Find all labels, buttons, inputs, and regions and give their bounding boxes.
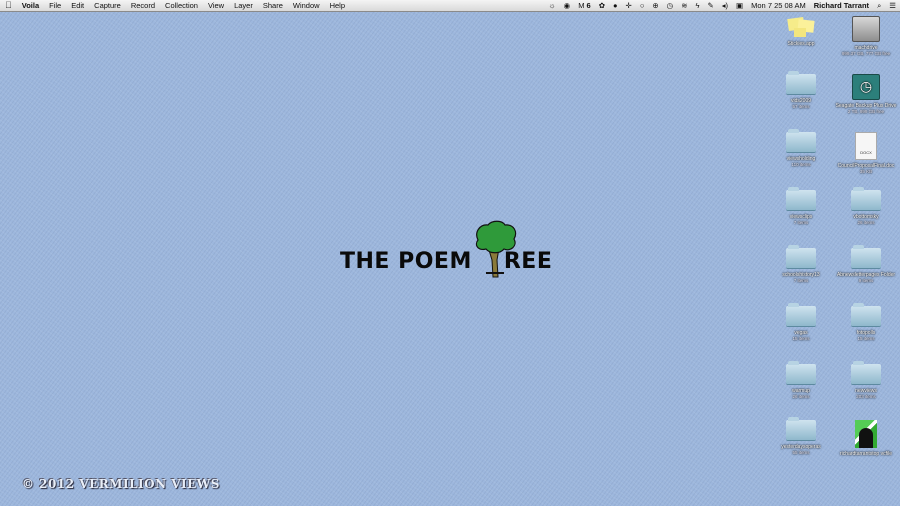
desktop-icon[interactable]: viewsholding 110 items (769, 129, 833, 168)
folder-icon (851, 187, 881, 211)
desktop-icon[interactable]: warmup 26 items (769, 361, 833, 400)
paw-icon[interactable]: ✿ (595, 0, 609, 11)
desktop-icon[interactable]: ◷ Seagate Backup Plus Drive 2 TB, 999 GB f… (834, 74, 898, 115)
folder-icon (786, 129, 816, 153)
backup-drive-icon: ◷ (852, 74, 880, 100)
clock-text[interactable]: Mon 7 25 08 AM (747, 0, 810, 11)
desktop-icon-info: 15 items (792, 336, 810, 341)
folder-icon (786, 361, 816, 385)
desktop-icon[interactable]: vids2009 57 items (769, 71, 833, 110)
desktop-icon[interactable]: viewsclips 7 items (769, 187, 833, 226)
status-area: ☼ ◉ M 6 ✿ ● ✛ ○ ⊕ ◷ ≋ ϟ ✎ ◂) ▣ Mon 7 25 … (545, 0, 900, 11)
desktop-icon[interactable]: yesterdaysoperas 55 items (769, 417, 833, 456)
desktop-icon[interactable]: newviews 203 items (834, 361, 898, 400)
crosshair-icon[interactable]: ✛ (622, 0, 636, 11)
desktop-icon-info: 110 items (791, 162, 811, 167)
display-icon[interactable]: ▣ (732, 0, 747, 11)
folder-icon (786, 417, 816, 441)
brightness-icon[interactable]: ☼ (545, 0, 560, 11)
desktop-icon[interactable]: fotopolls 15 items (834, 303, 898, 342)
menu-share[interactable]: Share (258, 0, 288, 11)
desktop-icon[interactable]: Stickies.app (769, 16, 833, 47)
menu-layer[interactable]: Layer (229, 0, 258, 11)
apple-menu-icon[interactable]:  (0, 0, 17, 11)
dropbox-icon[interactable]: ● (609, 0, 622, 11)
folder-icon (786, 303, 816, 327)
pen-icon[interactable]: ✎ (703, 0, 717, 11)
desktop-icon-info: 7 items (793, 278, 809, 283)
volume-icon[interactable]: ◂) (718, 0, 732, 11)
desktop-icon-info: 57 items (792, 104, 810, 109)
docx-file-icon: DOCX (855, 132, 877, 160)
desktop-icon-info: 55 items (792, 450, 810, 455)
desktop-icon[interactable]: DOCX CouncilProposalFinal.doc 35 KB (834, 132, 898, 175)
logo-text-right: REE (503, 249, 553, 274)
desktop-icon-info: 26 items (857, 220, 875, 225)
menu-capture[interactable]: Capture (89, 0, 126, 11)
desktop-icon-info: 2 TB, 999 GB free (847, 109, 885, 114)
desktop-icon-label: richardtarrantstop vcfile (840, 451, 892, 457)
desktop-icon-info: 203 items (856, 394, 876, 399)
menu-help[interactable]: Help (325, 0, 350, 11)
menu-view[interactable]: View (203, 0, 229, 11)
menu-bar:  Voila File Edit Capture Record Collect… (0, 0, 900, 12)
poem-tree-logo: THE POEM REE (340, 220, 553, 278)
desktop-icon[interactable]: machdrive 999.37 GB, 777 GB free (834, 16, 898, 57)
desktop-icon[interactable]: richardtarrantstop vcfile (834, 420, 898, 457)
folder-icon (786, 245, 816, 269)
menu-file[interactable]: File (44, 0, 66, 11)
logo-text-left: THE POEM (340, 249, 472, 274)
desktop-icon[interactable]: Abnewsletterpages Folder 9 items (834, 245, 898, 284)
wifi-icon[interactable]: ≋ (677, 0, 691, 11)
notification-list-icon[interactable]: ☰ (885, 0, 900, 11)
menu-record[interactable]: Record (126, 0, 160, 11)
menu-window[interactable]: Window (288, 0, 325, 11)
desktop-icon-label: Stickies.app (787, 41, 815, 47)
folder-icon (851, 361, 881, 385)
desktop-icon-info: 7 items (793, 220, 809, 225)
folder-icon (851, 303, 881, 327)
spotlight-search-icon[interactable]: ⌕ (873, 0, 885, 11)
vcard-file-icon (855, 420, 877, 448)
desktop-icon-info: 9 items (858, 278, 874, 283)
menu-app-voila[interactable]: Voila (17, 0, 44, 11)
hard-drive-icon (852, 16, 880, 42)
desktop-icon-info: 999.37 GB, 777 GB free (841, 51, 891, 56)
folder-icon (786, 71, 816, 95)
menu-collection[interactable]: Collection (160, 0, 203, 11)
desktop-icon-info: 15 items (857, 336, 875, 341)
power-icon[interactable]: ϟ (692, 0, 704, 11)
clock-icon[interactable]: ◷ (663, 0, 678, 11)
folder-icon (851, 245, 881, 269)
timemachine-icon[interactable]: ⊕ (648, 0, 662, 11)
folder-icon (786, 187, 816, 211)
desktop-icon[interactable]: vbottomsky 26 items (834, 187, 898, 226)
desktop-icon[interactable]: vegas 15 items (769, 303, 833, 342)
chat-icon[interactable]: ○ (636, 0, 649, 11)
desktop-icon-info: 26 items (792, 394, 810, 399)
desktop-icon-info: 35 KB (859, 169, 873, 174)
desktop-icon[interactable]: schoolshistory13 7 items (769, 245, 833, 284)
copyright-watermark: © 2012 VERMILION VIEWS (22, 477, 220, 491)
menu-edit[interactable]: Edit (66, 0, 89, 11)
user-name[interactable]: Richard Tarrant (810, 0, 873, 11)
stickies-icon (786, 16, 816, 38)
wheel-icon[interactable]: ◉ (560, 0, 575, 11)
m6-icon[interactable]: M 6 (574, 0, 595, 11)
